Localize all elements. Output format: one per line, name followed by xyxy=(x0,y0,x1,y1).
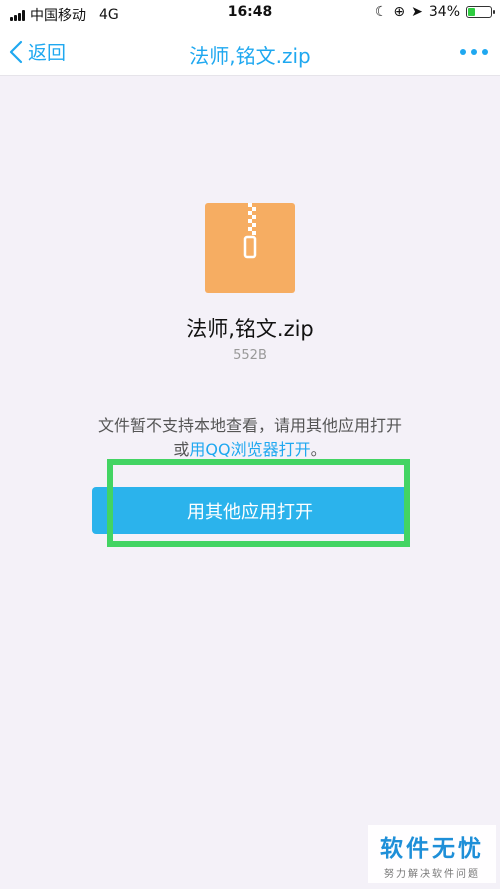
more-options-icon[interactable] xyxy=(460,49,488,55)
hint-suffix: 。 xyxy=(310,440,327,459)
open-button-label: 用其他应用打开 xyxy=(187,501,313,523)
battery-percent: 34% xyxy=(428,4,460,20)
status-bar: 中国移动 4G 16:48 ☾ ⊕ ➤ 34% xyxy=(0,0,500,28)
hint-line-2: 或用QQ浏览器打开。 xyxy=(0,436,500,460)
page-title: 法师,铭文.zip xyxy=(189,44,311,68)
location-icon: ➤ xyxy=(411,4,423,20)
watermark-title: 软件无忧 xyxy=(380,836,484,862)
moon-icon: ☾ xyxy=(374,4,388,20)
open-with-other-app-button[interactable]: 用其他应用打开 xyxy=(92,487,408,534)
battery-icon xyxy=(466,6,495,18)
rotation-lock-icon: ⊕ xyxy=(393,4,406,20)
status-right: ☾ ⊕ ➤ 34% xyxy=(374,4,495,20)
watermark: 软件无忧 努力解决软件问题 xyxy=(368,825,496,883)
nav-bar: 返回 法师,铭文.zip xyxy=(0,28,500,76)
hint-prefix: 或 xyxy=(173,440,190,459)
zip-archive-icon xyxy=(205,203,295,293)
watermark-subtitle: 努力解决软件问题 xyxy=(384,869,480,880)
file-size: 552B xyxy=(233,348,267,363)
file-name: 法师,铭文.zip xyxy=(186,317,314,341)
open-in-qq-browser-link[interactable]: 用QQ浏览器打开 xyxy=(189,440,310,459)
hint-text: 文件暂不支持本地查看，请用其他应用打开 xyxy=(97,416,402,435)
